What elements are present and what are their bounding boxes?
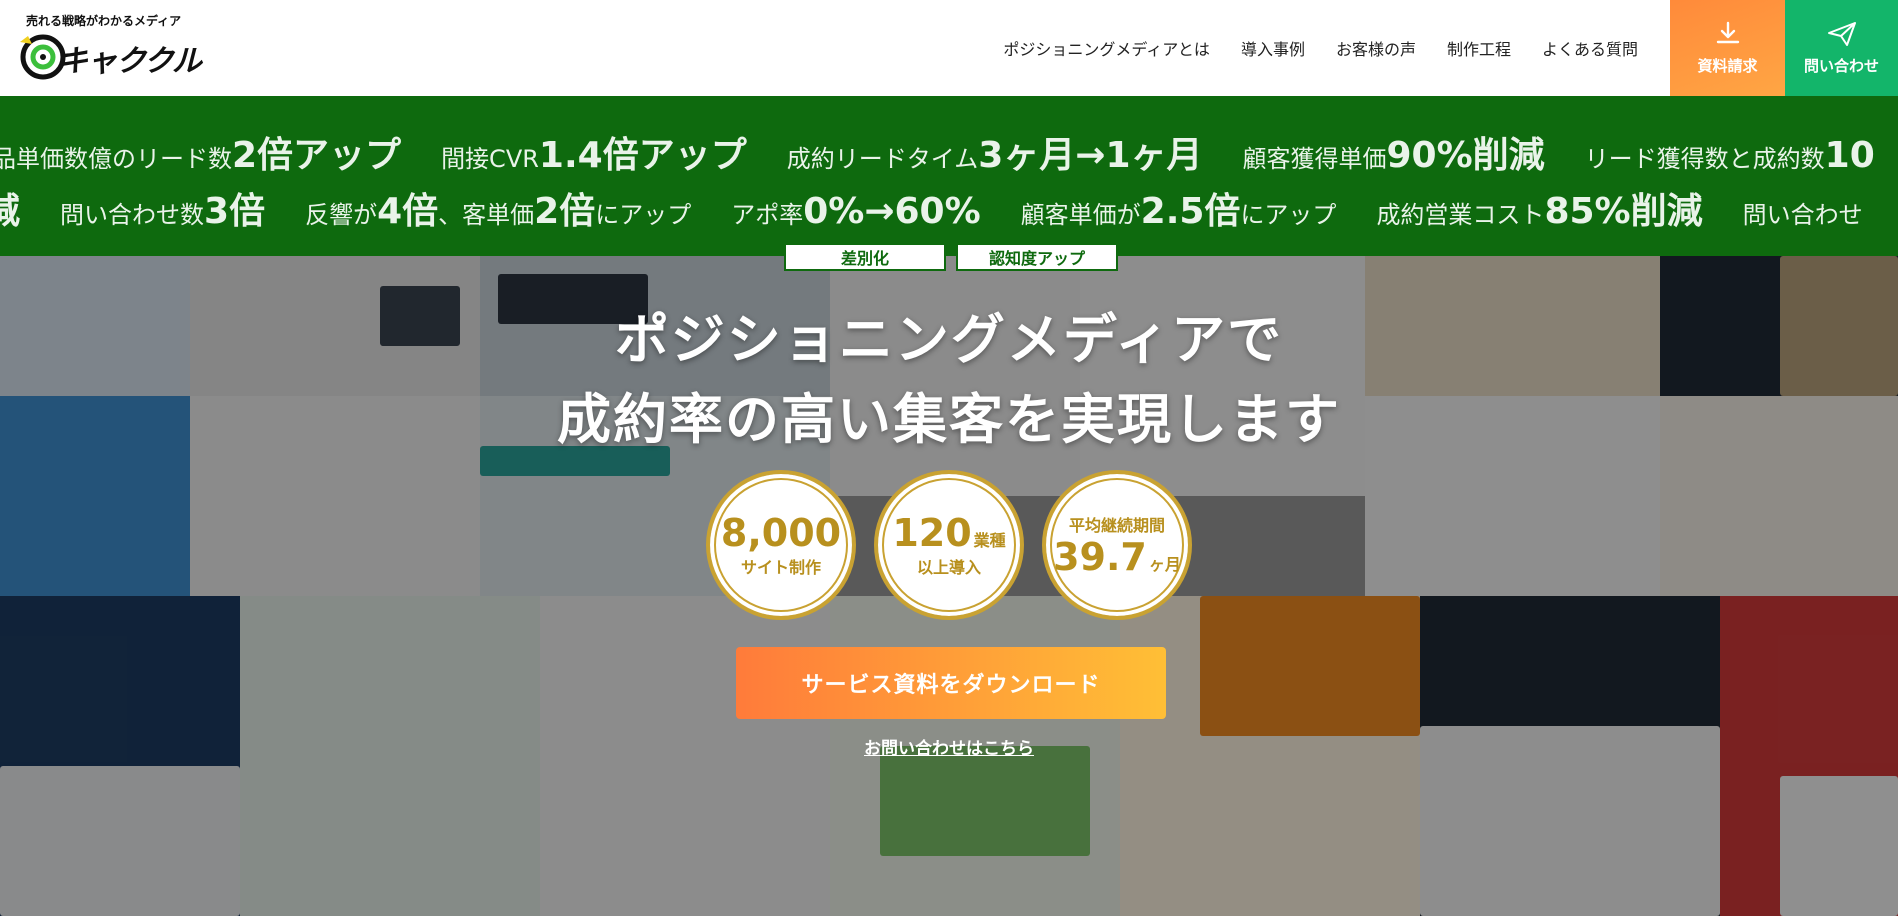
ticker-item: 問い合わせ数3倍: [60, 191, 266, 232]
tag-awareness-up: 認知度アップ: [956, 243, 1118, 271]
badge-industries: 120 業種 以上導入: [874, 470, 1024, 620]
badge-sites-value: 8,000: [720, 511, 842, 555]
badge-industries-value: 120: [892, 511, 972, 555]
nav-faq[interactable]: よくある質問: [1542, 36, 1638, 60]
nav-case-studies[interactable]: 導入事例: [1241, 36, 1305, 60]
hero-headline-line-1: ポジショニングメディアで: [614, 308, 1284, 371]
site-logo[interactable]: 売れる戦略がわかるメディア キャククル: [18, 12, 202, 84]
ticker-row-1: 品単価数億のリード数2倍アップ 間接CVR1.4倍アップ 成約リードタイム3ヶ月…: [0, 126, 1898, 178]
hero-headline-line-2: 成約率の高い集客を実現します: [557, 388, 1341, 451]
logo-name: キャククル: [58, 44, 202, 79]
contact-label: 問い合わせ: [1803, 56, 1879, 75]
badge-industries-unit: 業種: [973, 531, 1006, 550]
site-header: 売れる戦略がわかるメディア キャククル ポジショニングメディアとは 導入事例 お…: [0, 0, 1898, 96]
request-document-button[interactable]: 資料請求: [1670, 0, 1785, 96]
badge-duration-label: 平均継続期間: [1068, 516, 1165, 535]
ticker-item: 顧客単価が2.5倍にアップ: [1020, 191, 1337, 232]
contact-link[interactable]: お問い合わせはこちら: [864, 739, 1034, 759]
ticker-item: 顧客獲得単価90%削減: [1242, 135, 1545, 176]
ticker-item: アポ率0%→60%: [731, 191, 981, 232]
badge-industries-label: 以上導入: [916, 558, 981, 577]
ticker-item: 成約リードタイム3ヶ月→1ヶ月: [786, 135, 1203, 176]
ticker-item: 反響が4倍、客単価: [305, 191, 535, 232]
badge-sites-label: サイト制作: [740, 558, 821, 577]
nav-positioning-media[interactable]: ポジショニングメディアとは: [1003, 36, 1210, 60]
request-document-label: 資料請求: [1697, 56, 1758, 75]
badge-duration-value: 39.7: [1053, 535, 1147, 579]
badge-duration-unit: ヶ月: [1148, 555, 1181, 574]
ticker-item: 間接CVR1.4倍アップ: [441, 135, 747, 176]
contact-button[interactable]: 問い合わせ: [1785, 0, 1898, 96]
ticker-item: 品単価数億のリード数2倍アップ: [0, 135, 402, 176]
ticker-item: 問い合わせ: [1742, 201, 1863, 229]
logo-tagline: 売れる戦略がわかるメディア: [26, 14, 182, 28]
achievement-badges: 8,000 サイト制作 120 業種 以上導入 平均継続期間 39.7 ヶ月: [706, 470, 1192, 620]
ticker-item: 2倍にアップ: [534, 191, 692, 232]
tag-differentiation: 差別化: [784, 243, 946, 271]
ticker-row-2: 減 問い合わせ数3倍 反響が4倍、客単価 2倍にアップ アポ率0%→60% 顧客…: [0, 182, 1898, 234]
contact-link-wrapper: お問い合わせはこちら: [0, 734, 1898, 759]
ticker-item: 成約営業コスト85%削減: [1376, 191, 1703, 232]
download-service-document-button[interactable]: サービス資料をダウンロード: [736, 647, 1166, 719]
badge-average-duration: 平均継続期間 39.7 ヶ月: [1042, 470, 1192, 620]
results-ticker: 品単価数億のリード数2倍アップ 間接CVR1.4倍アップ 成約リードタイム3ヶ月…: [0, 96, 1898, 256]
nav-production-process[interactable]: 制作工程: [1447, 36, 1511, 60]
nav-customer-voice[interactable]: お客様の声: [1336, 36, 1416, 60]
main-nav: ポジショニングメディアとは 導入事例 お客様の声 制作工程 よくある質問: [1003, 0, 1638, 96]
ticker-item: 減: [0, 191, 21, 232]
download-icon: [1716, 21, 1739, 43]
badge-sites-produced: 8,000 サイト制作: [706, 470, 856, 620]
paper-plane-icon: [1827, 21, 1856, 46]
hero-tags: 差別化 認知度アップ: [784, 243, 1118, 271]
hero-headline: ポジショニングメディアで 成約率の高い集客を実現します: [0, 300, 1898, 460]
ticker-item: リード獲得数と成約数10: [1584, 135, 1875, 176]
